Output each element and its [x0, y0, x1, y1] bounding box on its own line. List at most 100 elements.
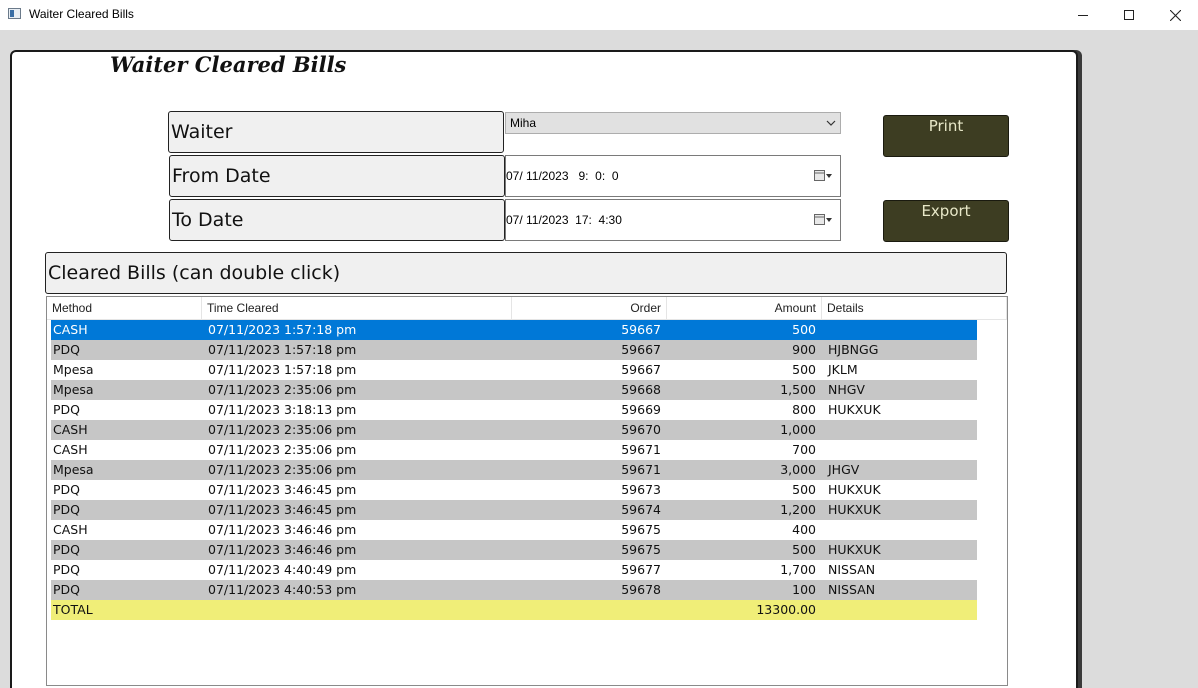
total-row[interactable]: TOTAL 13300.00 — [51, 600, 977, 620]
cell-amount: 500 — [792, 542, 816, 557]
cell-method: PDQ — [53, 402, 81, 417]
cell-time: 07/11/2023 1:57:18 pm — [208, 362, 357, 377]
cell-details: HUKXUK — [828, 502, 881, 517]
cell-time: 07/11/2023 4:40:53 pm — [208, 582, 357, 597]
cell-order: 59669 — [621, 402, 661, 417]
cell-amount: 500 — [792, 482, 816, 497]
cell-time: 07/11/2023 3:46:45 pm — [208, 502, 357, 517]
cell-order: 59667 — [621, 362, 661, 377]
table-row[interactable]: PDQ 07/11/2023 3:18:13 pm 59669 800 HUKXUK — [51, 400, 977, 420]
table-row[interactable]: CASH 07/11/2023 2:35:06 pm 59671 700 — [51, 440, 977, 460]
cell-method: PDQ — [53, 342, 81, 357]
cell-amount: 1,500 — [780, 382, 816, 397]
window-title: Waiter Cleared Bills — [29, 7, 134, 21]
column-header-details[interactable]: Details — [822, 297, 1007, 319]
cell-method: PDQ — [53, 482, 81, 497]
table-row[interactable]: Mpesa 07/11/2023 2:35:06 pm 59668 1,500 NHGV — [51, 380, 977, 400]
total-label: TOTAL — [53, 602, 93, 617]
cell-time: 07/11/2023 2:35:06 pm — [208, 442, 357, 457]
table-row[interactable]: Mpesa 07/11/2023 1:57:18 pm 59667 500 JKLM — [51, 360, 977, 380]
table-row[interactable]: PDQ 07/11/2023 3:46:45 pm 59673 500 HUKXUK — [51, 480, 977, 500]
table-row[interactable]: PDQ 07/11/2023 4:40:53 pm 59678 100 NISSAN — [51, 580, 977, 600]
table-row[interactable]: PDQ 07/11/2023 4:40:49 pm 59677 1,700 NISSAN — [51, 560, 977, 580]
table-row[interactable]: CASH 07/11/2023 3:46:46 pm 59675 400 — [51, 520, 977, 540]
cell-details: HUKXUK — [828, 402, 881, 417]
cell-amount: 500 — [792, 322, 816, 337]
app-icon — [8, 8, 21, 19]
cell-time: 07/11/2023 1:57:18 pm — [208, 342, 357, 357]
cell-details: HJBNGG — [828, 342, 879, 357]
cell-amount: 400 — [792, 522, 816, 537]
cell-time: 07/11/2023 3:18:13 pm — [208, 402, 357, 417]
cell-time: 07/11/2023 3:46:45 pm — [208, 482, 357, 497]
calendar-icon[interactable] — [814, 170, 832, 182]
cell-amount: 1,000 — [780, 422, 816, 437]
title-bar: Waiter Cleared Bills — [0, 0, 1198, 30]
cell-order: 59671 — [621, 462, 661, 477]
list-caption: Cleared Bills (can double click) — [45, 252, 1007, 294]
cell-amount: 500 — [792, 362, 816, 377]
table-row[interactable]: Mpesa 07/11/2023 2:35:06 pm 59671 3,000 JHGV — [51, 460, 977, 480]
minimize-icon — [1078, 15, 1088, 16]
column-header-amount[interactable]: Amount — [667, 297, 822, 319]
cell-time: 07/11/2023 3:46:46 pm — [208, 542, 357, 557]
cell-amount: 800 — [792, 402, 816, 417]
close-button[interactable] — [1152, 0, 1198, 30]
cell-order: 59673 — [621, 482, 661, 497]
cell-method: CASH — [53, 442, 88, 457]
to-date-label: To Date — [169, 199, 505, 241]
cell-order: 59675 — [621, 542, 661, 557]
total-amount: 13300.00 — [756, 602, 816, 617]
to-date-picker[interactable]: 07/ 11/2023 17: 4:30 — [505, 199, 841, 241]
cell-method: Mpesa — [53, 362, 94, 377]
cell-method: PDQ — [53, 562, 81, 577]
cell-method: CASH — [53, 322, 88, 337]
cell-details: NISSAN — [828, 582, 876, 597]
cell-time: 07/11/2023 1:57:18 pm — [208, 322, 357, 337]
form-title: Waiter Cleared Bills — [110, 52, 347, 77]
waiter-label: Waiter — [168, 111, 504, 153]
calendar-icon[interactable] — [814, 214, 832, 226]
table-row[interactable]: PDQ 07/11/2023 3:46:46 pm 59675 500 HUKXUK — [51, 540, 977, 560]
maximize-icon — [1124, 10, 1134, 20]
export-button[interactable]: Export — [883, 200, 1009, 242]
cell-details: NHGV — [828, 382, 865, 397]
cell-method: Mpesa — [53, 462, 94, 477]
column-header-order[interactable]: Order — [512, 297, 667, 319]
cell-order: 59671 — [621, 442, 661, 457]
cell-amount: 1,200 — [780, 502, 816, 517]
cell-amount: 100 — [792, 582, 816, 597]
table-row[interactable]: PDQ 07/11/2023 1:57:18 pm 59667 900 HJBNGG — [51, 340, 977, 360]
table-row[interactable]: PDQ 07/11/2023 3:46:45 pm 59674 1,200 HUKXUK — [51, 500, 977, 520]
cell-order: 59677 — [621, 562, 661, 577]
cell-method: CASH — [53, 522, 88, 537]
chevron-down-icon — [826, 120, 836, 126]
cell-amount: 1,700 — [780, 562, 816, 577]
close-icon — [1169, 9, 1181, 21]
table-row[interactable]: CASH 07/11/2023 2:35:06 pm 59670 1,000 — [51, 420, 977, 440]
maximize-button[interactable] — [1106, 0, 1152, 30]
cell-order: 59668 — [621, 382, 661, 397]
cell-order: 59678 — [621, 582, 661, 597]
print-button[interactable]: Print — [883, 115, 1009, 157]
cell-method: CASH — [53, 422, 88, 437]
column-header-time[interactable]: Time Cleared — [202, 297, 512, 319]
cleared-bills-list[interactable]: Method Time Cleared Order Amount Details… — [46, 296, 1008, 686]
column-header-method[interactable]: Method — [47, 297, 202, 319]
form-panel: Waiter Cleared Bills Waiter Miha From Da… — [10, 50, 1078, 688]
cell-time: 07/11/2023 2:35:06 pm — [208, 382, 357, 397]
minimize-button[interactable] — [1060, 0, 1106, 30]
from-date-picker[interactable]: 07/ 11/2023 9: 0: 0 — [505, 155, 841, 197]
table-row[interactable]: CASH 07/11/2023 1:57:18 pm 59667 500 — [51, 320, 977, 340]
cell-time: 07/11/2023 2:35:06 pm — [208, 422, 357, 437]
cell-method: PDQ — [53, 502, 81, 517]
list-rows: CASH 07/11/2023 1:57:18 pm 59667 500 PDQ 07/1… — [51, 320, 977, 620]
list-header: Method Time Cleared Order Amount Details — [47, 297, 1007, 320]
cell-details: JHGV — [828, 462, 860, 477]
cell-details: HUKXUK — [828, 542, 881, 557]
waiter-dropdown[interactable]: Miha — [505, 112, 841, 134]
cell-details: JKLM — [828, 362, 858, 377]
cell-method: PDQ — [53, 582, 81, 597]
cell-order: 59670 — [621, 422, 661, 437]
cell-order: 59667 — [621, 342, 661, 357]
